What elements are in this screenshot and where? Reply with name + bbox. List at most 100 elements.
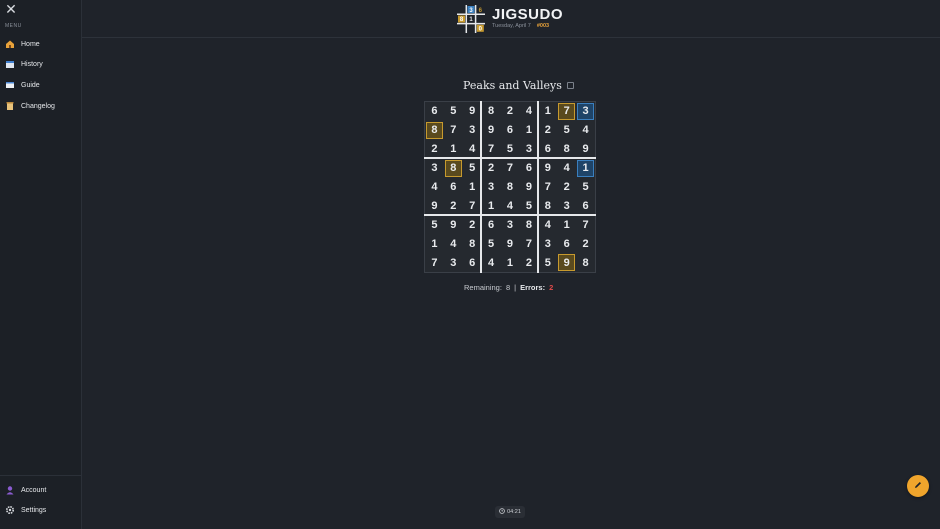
grid-cell[interactable]: 7	[576, 215, 595, 234]
grid-cell[interactable]: 5	[425, 215, 444, 234]
grid-cell[interactable]: 7	[463, 196, 482, 215]
grid-cell[interactable]: 8	[557, 140, 576, 159]
grid-cell[interactable]: 4	[519, 102, 538, 121]
grid-cell[interactable]: 8	[501, 178, 520, 197]
cell-value: 8	[450, 162, 457, 175]
grid-cell[interactable]: 4	[501, 196, 520, 215]
grid-cell[interactable]: 3	[463, 121, 482, 140]
grid-cell[interactable]: 7	[519, 234, 538, 253]
sudoku-grid: 6598241738739612542147536893852769414613…	[424, 101, 596, 273]
grid-cell[interactable]: 3	[519, 140, 538, 159]
grid-cell[interactable]: 4	[463, 140, 482, 159]
grid-cell[interactable]: 1	[444, 140, 463, 159]
grid-cell[interactable]: 2	[519, 253, 538, 272]
grid-cell[interactable]: 7	[538, 178, 557, 197]
grid-cell[interactable]: 3	[425, 159, 444, 178]
grid-cell[interactable]: 5	[482, 234, 501, 253]
grid-cell[interactable]: 8	[482, 102, 501, 121]
grid-cell[interactable]: 1	[501, 253, 520, 272]
grid-cell[interactable]: 3	[576, 102, 595, 121]
grid-cell[interactable]: 6	[557, 234, 576, 253]
grid-cell[interactable]: 6	[425, 102, 444, 121]
grid-cell[interactable]: 6	[519, 159, 538, 178]
grid-cell[interactable]: 9	[557, 253, 576, 272]
grid-cell[interactable]: 9	[463, 102, 482, 121]
sidebar-item-home[interactable]: Home	[5, 37, 77, 51]
grid-cell[interactable]: 5	[538, 253, 557, 272]
grid-cell[interactable]: 5	[463, 159, 482, 178]
cell-value: 6	[431, 105, 438, 118]
close-icon[interactable]: ✕	[4, 2, 18, 16]
grid-cell[interactable]: 3	[482, 178, 501, 197]
grid-cell[interactable]: 6	[501, 121, 520, 140]
grid-cell[interactable]: 7	[501, 159, 520, 178]
grid-cell[interactable]: 9	[576, 140, 595, 159]
grid-cell[interactable]: 8	[444, 159, 463, 178]
sidebar-item-settings[interactable]: Settings	[5, 503, 77, 517]
grid-cell[interactable]: 3	[501, 215, 520, 234]
grid-cell[interactable]: 5	[576, 178, 595, 197]
grid-cell[interactable]: 2	[444, 196, 463, 215]
cell-value: 7	[506, 162, 514, 175]
sidebar-item-guide[interactable]: Guide	[5, 78, 77, 92]
grid-cell[interactable]: 1	[425, 234, 444, 253]
grid-cell[interactable]: 8	[519, 215, 538, 234]
grid-cell[interactable]: 6	[538, 140, 557, 159]
grid-cell[interactable]: 5	[444, 102, 463, 121]
edit-pencil-button[interactable]	[907, 475, 929, 497]
grid-cell[interactable]: 8	[425, 121, 444, 140]
sidebar-item-label: Changelog	[21, 102, 55, 110]
grid-cell[interactable]: 2	[557, 178, 576, 197]
grid-cell[interactable]: 9	[538, 159, 557, 178]
grid-cell[interactable]: 2	[501, 102, 520, 121]
grid-cell[interactable]: 6	[444, 178, 463, 197]
sidebar-item-changelog[interactable]: Changelog	[5, 99, 77, 113]
grid-cell[interactable]: 9	[425, 196, 444, 215]
grid-cell[interactable]: 7	[444, 121, 463, 140]
grid-cell[interactable]: 3	[557, 196, 576, 215]
remaining-value: 8	[505, 283, 511, 292]
grid-cell[interactable]: 4	[444, 234, 463, 253]
grid-cell[interactable]: 1	[519, 121, 538, 140]
grid-cell[interactable]: 4	[538, 215, 557, 234]
grid-cell[interactable]: 8	[576, 253, 595, 272]
grid-cell[interactable]: 1	[463, 178, 482, 197]
grid-cell[interactable]: 6	[576, 196, 595, 215]
grid-cell[interactable]: 5	[519, 196, 538, 215]
grid-cell[interactable]: 9	[482, 121, 501, 140]
grid-cell[interactable]: 1	[482, 196, 501, 215]
app-logo[interactable]: 3 6 1 8 0	[457, 5, 485, 33]
grid-cell[interactable]: 8	[538, 196, 557, 215]
cell-value: 7	[469, 199, 476, 212]
info-icon[interactable]	[566, 82, 574, 89]
grid-cell[interactable]: 7	[425, 253, 444, 272]
grid-cell[interactable]: 5	[501, 140, 520, 159]
sidebar-item-history[interactable]: History	[5, 57, 77, 71]
sidebar-item-account[interactable]: Account	[5, 483, 77, 497]
grid-cell[interactable]: 7	[482, 140, 501, 159]
grid-cell[interactable]: 4	[482, 253, 501, 272]
grid-cell[interactable]: 7	[557, 102, 576, 121]
grid-cell[interactable]: 2	[482, 159, 501, 178]
home-icon	[5, 39, 15, 49]
grid-cell[interactable]: 6	[463, 253, 482, 272]
grid-cell[interactable]: 2	[463, 215, 482, 234]
grid-cell[interactable]: 9	[519, 178, 538, 197]
grid-cell[interactable]: 3	[538, 234, 557, 253]
grid-cell[interactable]: 4	[576, 121, 595, 140]
grid-cell[interactable]: 5	[557, 121, 576, 140]
grid-cell[interactable]: 2	[425, 140, 444, 159]
grid-cell[interactable]: 8	[463, 234, 482, 253]
grid-cell[interactable]: 2	[538, 121, 557, 140]
grid-cell[interactable]: 4	[425, 178, 444, 197]
grid-cell[interactable]: 6	[482, 215, 501, 234]
cell-value: 8	[582, 256, 589, 269]
grid-cell[interactable]: 9	[501, 234, 520, 253]
grid-cell[interactable]: 9	[444, 215, 463, 234]
grid-cell[interactable]: 1	[557, 215, 576, 234]
grid-cell[interactable]: 1	[538, 102, 557, 121]
grid-cell[interactable]: 3	[444, 253, 463, 272]
grid-cell[interactable]: 2	[576, 234, 595, 253]
grid-cell[interactable]: 1	[576, 159, 595, 178]
grid-cell[interactable]: 4	[557, 159, 576, 178]
